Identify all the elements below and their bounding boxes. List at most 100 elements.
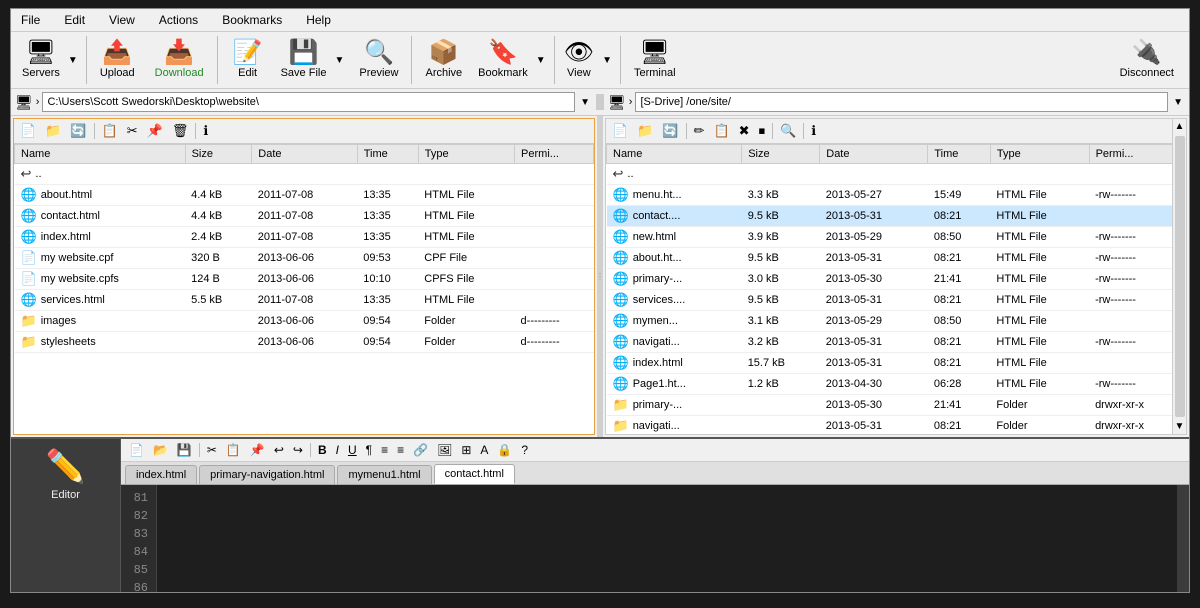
view-arrow[interactable]: ▼ [599, 36, 616, 84]
right-new-folder-btn[interactable]: 📁 [633, 121, 657, 141]
right-file-row[interactable]: 🌐mymen... 3.1 kB 2013-05-29 08:50 HTML F… [607, 311, 1186, 332]
right-col-name[interactable]: Name [607, 145, 742, 164]
right-col-time[interactable]: Time [928, 145, 991, 164]
left-address-input[interactable] [42, 92, 575, 112]
left-paste-btn[interactable]: 📌 [143, 121, 167, 141]
terminal-button[interactable]: 🖥 Terminal [625, 36, 685, 84]
right-col-date[interactable]: Date [820, 145, 928, 164]
editor-link-btn[interactable]: 🔗 [409, 441, 432, 459]
right-search-btn[interactable]: 🔍 [776, 121, 800, 141]
right-new-file-btn[interactable]: 📄 [608, 121, 632, 141]
right-address-dropdown[interactable]: ▼ [1171, 95, 1185, 110]
right-file-row[interactable]: 🌐about.ht... 9.5 kB 2013-05-31 08:21 HTM… [607, 248, 1186, 269]
left-file-row[interactable]: ↩.. [15, 164, 594, 185]
left-file-row[interactable]: 🌐about.html 4.4 kB 2011-07-08 13:35 HTML… [15, 185, 594, 206]
right-file-row[interactable]: 🌐menu.ht... 3.3 kB 2013-05-27 15:49 HTML… [607, 185, 1186, 206]
left-col-permi[interactable]: Permi... [515, 145, 594, 164]
right-file-row[interactable]: 📁primary-... 2013-05-30 21:41 Folder drw… [607, 395, 1186, 416]
editor-table-btn[interactable]: ⊞ [457, 441, 475, 459]
right-scrollbar-thumb[interactable] [1175, 136, 1185, 417]
editor-code-content[interactable] [157, 485, 1177, 592]
left-delete-btn[interactable]: 🗑 [168, 121, 193, 141]
editor-redo-btn[interactable]: ↪ [289, 441, 307, 459]
right-file-row[interactable]: 🌐contact.... 9.5 kB 2013-05-31 08:21 HTM… [607, 206, 1186, 227]
left-file-row[interactable]: 🌐services.html 5.5 kB 2011-07-08 13:35 H… [15, 290, 594, 311]
servers-button[interactable]: 🖥 Servers [17, 36, 65, 84]
editor-align-left-btn[interactable]: ≡ [377, 441, 392, 459]
right-cancel-btn[interactable]: ✖ [735, 121, 754, 141]
right-scrollbar-down[interactable]: ▼ [1173, 419, 1187, 434]
right-file-row[interactable]: 🌐Page1.ht... 1.2 kB 2013-04-30 06:28 HTM… [607, 374, 1186, 395]
right-file-row[interactable]: 🌐index.html 15.7 kB 2013-05-31 08:21 HTM… [607, 353, 1186, 374]
left-col-time[interactable]: Time [357, 145, 418, 164]
right-file-row[interactable]: 🌐services.... 9.5 kB 2013-05-31 08:21 HT… [607, 290, 1186, 311]
left-refresh-btn[interactable]: 🔄 [66, 121, 90, 141]
editor-save-btn[interactable]: 💾 [173, 441, 196, 459]
edit-button[interactable]: 📝 Edit [222, 36, 274, 84]
left-cut-btn[interactable]: ✂ [123, 121, 142, 141]
right-edit-btn[interactable]: ✏ [690, 121, 709, 141]
archive-button[interactable]: 📦 Archive [416, 36, 471, 84]
menu-edit[interactable]: Edit [58, 11, 91, 29]
menu-actions[interactable]: Actions [153, 11, 204, 29]
editor-copy-btn[interactable]: 📋 [222, 441, 245, 459]
save-arrow[interactable]: ▼ [331, 36, 348, 84]
editor-italic-btn[interactable]: I [332, 441, 343, 459]
left-address-dropdown[interactable]: ▼ [578, 95, 592, 110]
editor-font-btn[interactable]: A [476, 441, 492, 459]
preview-button[interactable]: 🔍 Preview [350, 36, 407, 84]
left-file-row[interactable]: 🌐index.html 2.4 kB 2011-07-08 13:35 HTML… [15, 227, 594, 248]
editor-content[interactable]: 818283848586 [121, 485, 1189, 592]
left-file-row[interactable]: 📁stylesheets 2013-06-06 09:54 Folder d--… [15, 332, 594, 353]
editor-image-btn[interactable]: 🖼 [433, 441, 456, 459]
editor-underline-btn[interactable]: U [344, 441, 361, 459]
editor-align-center-btn[interactable]: ≡ [393, 441, 408, 459]
left-col-size[interactable]: Size [185, 145, 252, 164]
right-copy-btn[interactable]: 📋 [709, 121, 733, 141]
menu-file[interactable]: File [15, 11, 46, 29]
left-new-file-btn[interactable]: 📄 [16, 121, 40, 141]
menu-help[interactable]: Help [300, 11, 337, 29]
editor-tab-mymenu[interactable]: mymenu1.html [337, 465, 431, 484]
editor-help-btn[interactable]: ? [517, 441, 532, 459]
editor-tab-index[interactable]: index.html [125, 465, 197, 484]
right-file-row[interactable]: 🌐new.html 3.9 kB 2013-05-29 08:50 HTML F… [607, 227, 1186, 248]
right-col-size[interactable]: Size [742, 145, 820, 164]
save-file-button[interactable]: 💾 Save File [276, 36, 332, 84]
right-file-row[interactable]: ↩.. [607, 164, 1186, 185]
editor-undo-btn[interactable]: ↩ [270, 441, 288, 459]
editor-tab-contact[interactable]: contact.html [434, 464, 515, 484]
left-new-folder-btn[interactable]: 📁 [41, 121, 65, 141]
right-info-btn[interactable]: ℹ [807, 121, 820, 141]
left-copy-btn[interactable]: 📋 [98, 121, 122, 141]
right-scrollbar-up[interactable]: ▲ [1173, 119, 1187, 134]
bookmark-arrow[interactable]: ▼ [533, 36, 550, 84]
editor-open-btn[interactable]: 📂 [149, 441, 172, 459]
right-file-row[interactable]: 🌐navigati... 3.2 kB 2013-05-31 08:21 HTM… [607, 332, 1186, 353]
editor-tab-primary-nav[interactable]: primary-navigation.html [199, 465, 335, 484]
editor-bold-btn[interactable]: B [314, 441, 331, 459]
menu-view[interactable]: View [103, 11, 141, 29]
left-col-type[interactable]: Type [418, 145, 514, 164]
editor-paste-btn[interactable]: 📌 [246, 441, 269, 459]
left-file-row[interactable]: 📄my website.cpfs 124 B 2013-06-06 10:10 … [15, 269, 594, 290]
right-refresh-btn[interactable]: 🔄 [658, 121, 682, 141]
editor-para-btn[interactable]: ¶ [362, 441, 376, 459]
view-button[interactable]: 👁 View [559, 36, 599, 84]
panel-splitter[interactable]: ⋮ [597, 116, 603, 437]
left-file-row[interactable]: 📄my website.cpf 320 B 2013-06-06 09:53 C… [15, 248, 594, 269]
left-file-row[interactable]: 🌐contact.html 4.4 kB 2011-07-08 13:35 HT… [15, 206, 594, 227]
menu-bookmarks[interactable]: Bookmarks [216, 11, 288, 29]
right-address-input[interactable] [635, 92, 1168, 112]
disconnect-button[interactable]: 🔌 Disconnect [1111, 36, 1183, 84]
servers-arrow[interactable]: ▼ [65, 36, 82, 84]
upload-button[interactable]: 📤 Upload [91, 36, 144, 84]
left-file-row[interactable]: 📁images 2013-06-06 09:54 Folder d-------… [15, 311, 594, 332]
bookmark-button[interactable]: 🔖 Bookmark [473, 36, 533, 84]
right-file-row[interactable]: 📁navigati... 2013-05-31 08:21 Folder drw… [607, 416, 1186, 435]
editor-scrollbar[interactable] [1177, 485, 1189, 592]
right-file-row[interactable]: 🌐primary-... 3.0 kB 2013-05-30 21:41 HTM… [607, 269, 1186, 290]
download-button[interactable]: 📥 Download [146, 36, 213, 84]
left-info-btn[interactable]: ℹ [199, 121, 212, 141]
editor-new-btn[interactable]: 📄 [125, 441, 148, 459]
